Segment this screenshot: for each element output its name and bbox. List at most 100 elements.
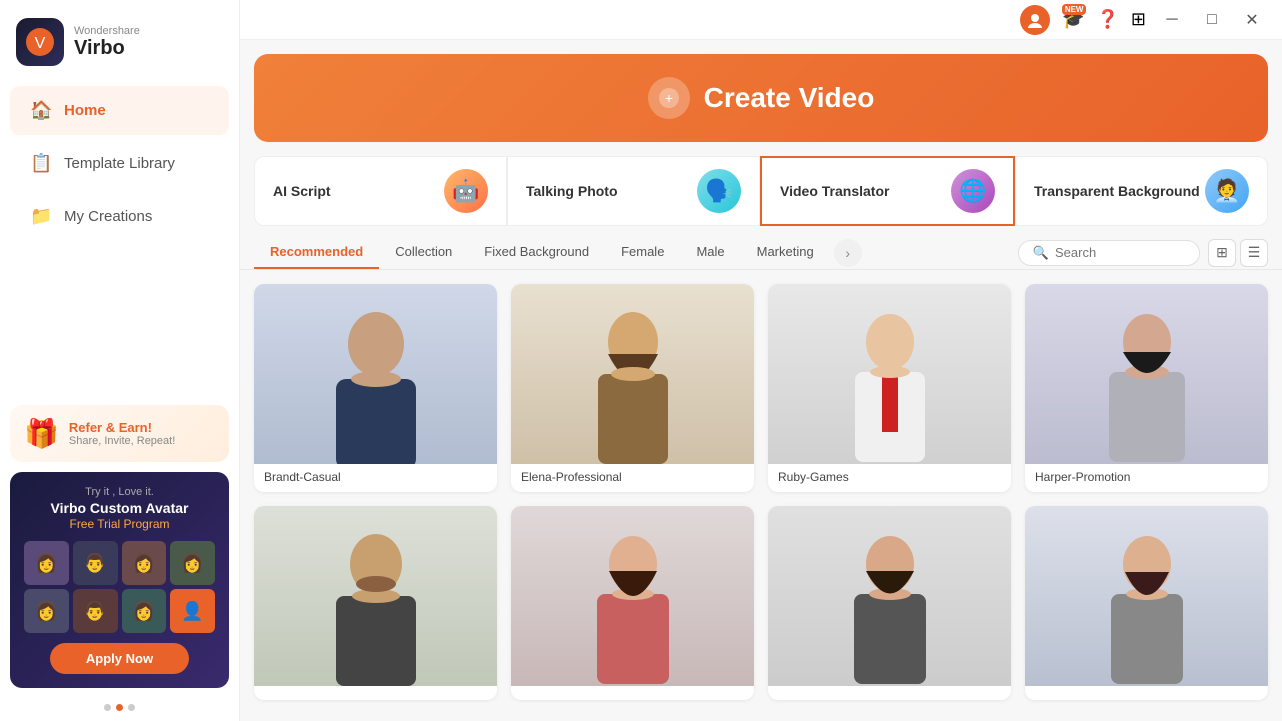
sidebar-item-template-library[interactable]: 📋 Template Library <box>10 139 229 188</box>
card-image-female4 <box>1025 506 1268 686</box>
tab-marketing[interactable]: Marketing <box>741 236 830 269</box>
view-buttons: ⊞ ☰ <box>1208 239 1268 267</box>
help-icon: ❓ <box>1096 9 1118 29</box>
ai-script-label: AI Script <box>273 183 331 199</box>
feature-card-ai-script[interactable]: AI Script 🤖 <box>254 156 507 226</box>
grid-card-elena[interactable]: Elena-Professional <box>511 284 754 492</box>
my-creations-icon: 📁 <box>30 206 52 227</box>
create-video-banner[interactable]: + Create Video <box>254 54 1268 142</box>
grid-card-female2[interactable] <box>511 506 754 700</box>
feature-card-video-translator[interactable]: Video Translator 🌐 <box>760 156 1015 226</box>
home-icon: 🏠 <box>30 100 52 121</box>
card-image-elena <box>511 284 754 464</box>
banner-refer[interactable]: 🎁 Refer & Earn! Share, Invite, Repeat! <box>10 405 229 462</box>
grid-card-brandt[interactable]: Brandt-Casual <box>254 284 497 492</box>
titlebar: 🎓 NEW ❓ ⊞ ─ □ ✕ <box>240 0 1282 40</box>
user-avatar[interactable] <box>1020 5 1050 35</box>
logo-area: V Wondershare Virbo <box>0 0 239 84</box>
logo-name: Virbo <box>74 37 140 60</box>
ai-script-icon: 🤖 <box>444 169 488 213</box>
sidebar-item-my-creations-label: My Creations <box>64 208 152 225</box>
banner-dots <box>10 704 229 711</box>
apply-now-button[interactable]: Apply Now <box>50 643 189 674</box>
search-input[interactable] <box>1055 245 1185 260</box>
sidebar-item-my-creations[interactable]: 📁 My Creations <box>10 192 229 241</box>
card-image-harper <box>1025 284 1268 464</box>
dot-2 <box>116 704 123 711</box>
feature-cards: AI Script 🤖 Talking Photo 🗣️ Video Trans… <box>254 156 1268 226</box>
card-image-female3 <box>768 506 1011 686</box>
logo-text: Wondershare Virbo <box>74 25 140 60</box>
banner-free-label: Free Trial Program <box>69 517 169 531</box>
card-label-female2 <box>511 686 754 700</box>
banner-avatar[interactable]: Try it , Love it. Virbo Custom Avatar Fr… <box>10 472 229 688</box>
tab-recommended[interactable]: Recommended <box>254 236 379 269</box>
card-label-female3 <box>768 686 1011 700</box>
app-logo-icon: V <box>16 18 64 66</box>
help-icon-wrap[interactable]: ❓ <box>1096 9 1118 30</box>
transparent-bg-icon: 🧑‍💼 <box>1205 169 1249 213</box>
search-box: 🔍 <box>1018 240 1200 266</box>
gift-icon-wrap[interactable]: 🎓 NEW <box>1062 9 1084 30</box>
tab-fixed-background[interactable]: Fixed Background <box>468 236 605 269</box>
grid-icon-wrap[interactable]: ⊞ <box>1131 9 1146 30</box>
avatar-thumb-1: 👩 <box>24 541 69 585</box>
svg-text:+: + <box>665 90 673 106</box>
sidebar-banners: 🎁 Refer & Earn! Share, Invite, Repeat! T… <box>0 395 239 721</box>
dot-3 <box>128 704 135 711</box>
content-grid: Brandt-Casual Elena-Professional <box>240 270 1282 721</box>
sidebar-item-home[interactable]: 🏠 Home <box>10 86 229 135</box>
new-badge: NEW <box>1062 4 1087 15</box>
sidebar-item-home-label: Home <box>64 102 106 119</box>
card-image-brandt <box>254 284 497 464</box>
grid-card-harper[interactable]: Harper-Promotion <box>1025 284 1268 492</box>
chevron-right-icon: › <box>845 245 850 261</box>
banner-avatar-grid: 👩 👨 👩 👩 👩 👨 👩 👤 <box>24 541 215 633</box>
tabs-bar: Recommended Collection Fixed Background … <box>240 226 1282 270</box>
talking-photo-label: Talking Photo <box>526 183 618 199</box>
grid-view-button[interactable]: ⊞ <box>1208 239 1236 267</box>
tab-female[interactable]: Female <box>605 236 680 269</box>
list-view-button[interactable]: ☰ <box>1240 239 1268 267</box>
grid-icon: ⊞ <box>1131 9 1146 29</box>
card-label-elena: Elena-Professional <box>511 464 754 492</box>
card-label-female4 <box>1025 686 1268 700</box>
logo-brand: Wondershare <box>74 25 140 37</box>
avatar-thumb-2: 👨 <box>73 541 118 585</box>
sidebar-item-template-library-label: Template Library <box>64 155 175 172</box>
card-label-brandt: Brandt-Casual <box>254 464 497 492</box>
refer-icon: 🎁 <box>24 417 59 450</box>
card-label-male1 <box>254 686 497 700</box>
refer-subtitle: Share, Invite, Repeat! <box>69 435 175 447</box>
banner-product-label: Virbo Custom Avatar <box>51 500 189 516</box>
transparent-bg-label: Transparent Background <box>1034 183 1200 199</box>
card-label-harper: Harper-Promotion <box>1025 464 1268 492</box>
avatar-thumb-4: 👩 <box>170 541 215 585</box>
video-translator-label: Video Translator <box>780 183 889 199</box>
search-icon: 🔍 <box>1033 245 1049 261</box>
feature-card-talking-photo[interactable]: Talking Photo 🗣️ <box>507 156 760 226</box>
video-translator-icon: 🌐 <box>951 169 995 213</box>
tab-collection[interactable]: Collection <box>379 236 468 269</box>
minimize-button[interactable]: ─ <box>1158 6 1186 34</box>
avatar-thumb-special: 👤 <box>170 589 215 633</box>
create-video-icon: + <box>648 77 690 119</box>
create-video-label: Create Video <box>704 82 875 114</box>
feature-card-transparent-bg[interactable]: Transparent Background 🧑‍💼 <box>1015 156 1268 226</box>
card-label-ruby: Ruby-Games <box>768 464 1011 492</box>
close-button[interactable]: ✕ <box>1238 6 1266 34</box>
card-image-male1 <box>254 506 497 686</box>
card-image-ruby <box>768 284 1011 464</box>
restore-button[interactable]: □ <box>1198 6 1226 34</box>
talking-photo-icon: 🗣️ <box>697 169 741 213</box>
sidebar: V Wondershare Virbo 🏠 Home 📋 Template Li… <box>0 0 240 721</box>
grid-card-female3[interactable] <box>768 506 1011 700</box>
avatar-thumb-5: 👩 <box>24 589 69 633</box>
tab-more-button[interactable]: › <box>834 239 862 267</box>
dot-1 <box>104 704 111 711</box>
main-content: 🎓 NEW ❓ ⊞ ─ □ ✕ + Create Video AI Script… <box>240 0 1282 721</box>
grid-card-ruby[interactable]: Ruby-Games <box>768 284 1011 492</box>
grid-card-male1[interactable]: HOT <box>254 506 497 700</box>
grid-card-female4[interactable] <box>1025 506 1268 700</box>
tab-male[interactable]: Male <box>680 236 740 269</box>
